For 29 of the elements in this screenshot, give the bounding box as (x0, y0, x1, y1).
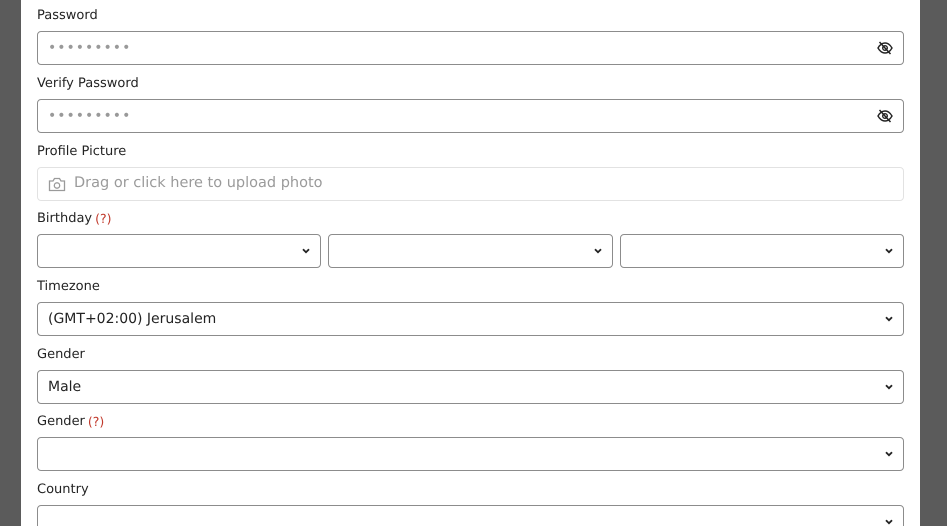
field-label: Verify Password (37, 75, 139, 93)
eye-slash-icon[interactable] (877, 41, 893, 55)
field-label: Password (37, 7, 98, 25)
caret-icon (885, 316, 893, 322)
select-field[interactable] (37, 234, 322, 268)
field-label: Birthday (37, 210, 92, 228)
help-link[interactable]: (?) (95, 209, 112, 229)
caret-icon (884, 248, 893, 254)
camera-icon (48, 176, 66, 192)
upload-field[interactable]: Drag or click here to upload photo (37, 167, 904, 201)
help-link[interactable]: (?) (88, 412, 104, 432)
field-label: Gender (37, 413, 85, 431)
caret-icon (885, 384, 893, 390)
caret-icon (302, 248, 310, 254)
password-field[interactable]: ••••••••• (37, 31, 904, 65)
field-label: Gender (37, 346, 85, 364)
caret-icon (885, 451, 893, 457)
select-field[interactable]: Male (37, 370, 904, 404)
field-label: Timezone (37, 278, 100, 296)
select-field[interactable] (328, 234, 613, 268)
field-label: Profile Picture (37, 143, 126, 161)
eye-slash-icon[interactable] (877, 109, 893, 123)
caret-icon (594, 248, 602, 254)
password-field[interactable]: ••••••••• (37, 99, 904, 133)
select-field[interactable] (620, 234, 904, 268)
caret-icon (885, 519, 893, 525)
select-field[interactable]: (GMT+02:00) Jerusalem (37, 302, 904, 336)
select-field[interactable] (37, 437, 904, 471)
field-label: Country (37, 481, 89, 499)
